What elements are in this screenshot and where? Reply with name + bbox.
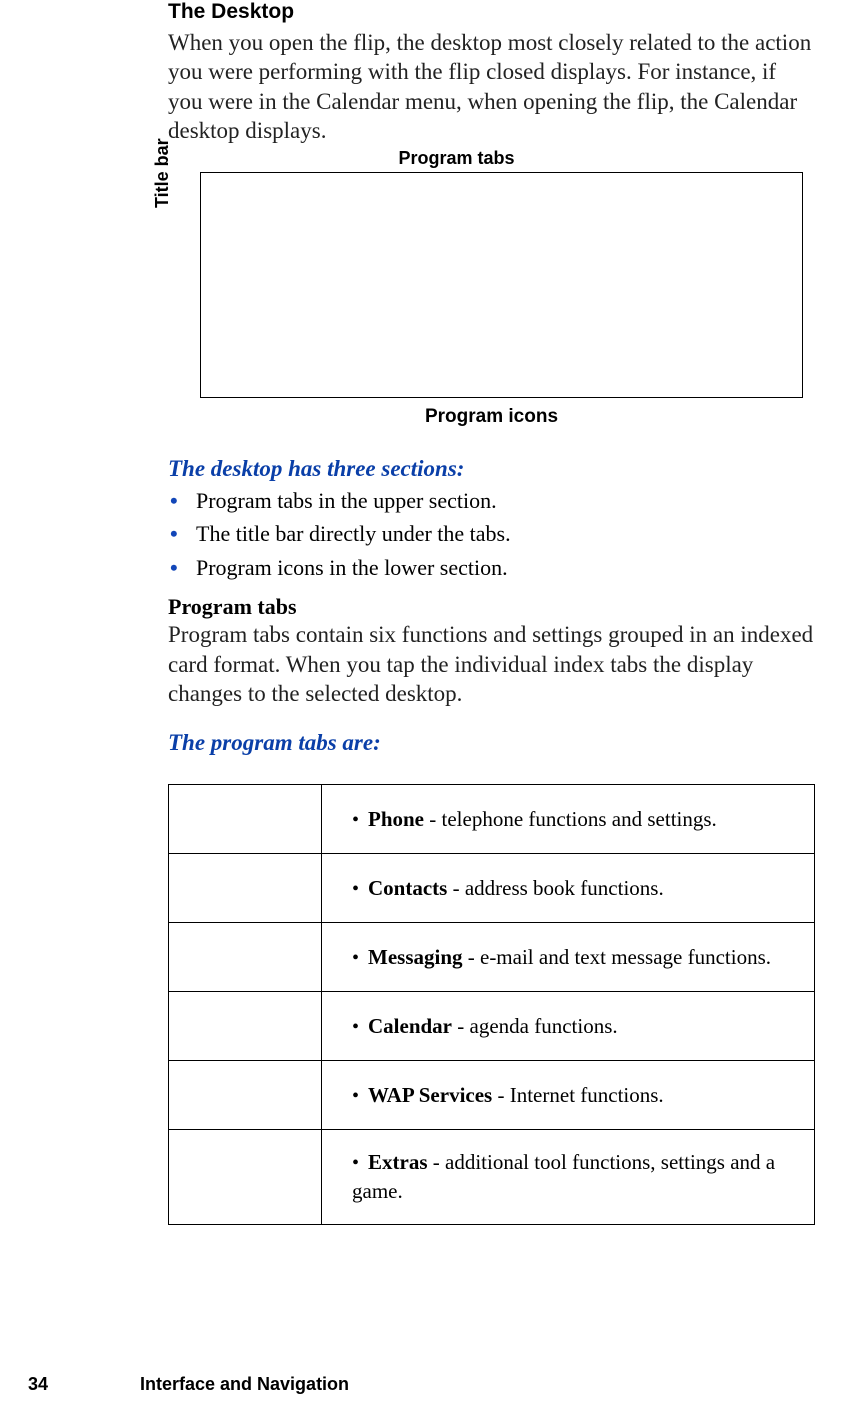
table-row: Calendar - agenda functions. [169, 992, 815, 1061]
tab-name: Calendar [368, 1014, 452, 1038]
diagram-label-program-tabs: Program tabs [168, 148, 745, 169]
tab-icon-cell [169, 785, 322, 854]
tab-name: Contacts [368, 876, 447, 900]
tab-icon-cell [169, 1061, 322, 1130]
list-item: Program tabs in the upper section. [168, 484, 815, 517]
tab-desc: - e-mail and text message functions. [463, 945, 772, 969]
page-footer: 34Interface and Navigation [28, 1374, 828, 1395]
tab-name: WAP Services [368, 1083, 492, 1107]
tab-text-cell: Messaging - e-mail and text message func… [322, 923, 815, 992]
chapter-title: Interface and Navigation [140, 1374, 349, 1394]
table-row: WAP Services - Internet functions. [169, 1061, 815, 1130]
tab-icon-cell [169, 1130, 322, 1224]
tab-desc: - telephone functions and settings. [424, 807, 717, 831]
diagram-box [200, 172, 803, 398]
tab-text-cell: WAP Services - Internet functions. [322, 1061, 815, 1130]
bullet-icon [352, 943, 368, 972]
tab-name: Phone [368, 807, 424, 831]
tab-name: Extras [368, 1150, 428, 1174]
tab-desc: - agenda functions. [452, 1014, 618, 1038]
tab-text-cell: Contacts - address book functions. [322, 854, 815, 923]
sections-bullet-list: Program tabs in the upper section. The t… [168, 484, 815, 584]
program-tabs-heading: Program tabs [168, 594, 815, 620]
table-row: Extras - additional tool functions, sett… [169, 1130, 815, 1224]
tab-text-cell: Calendar - agenda functions. [322, 992, 815, 1061]
tab-desc: - address book functions. [447, 876, 663, 900]
subheading-three-sections: The desktop has three sections: [168, 456, 815, 482]
main-text-column: The Desktop When you open the flip, the … [168, 0, 815, 1225]
bullet-icon [352, 1081, 368, 1110]
table-row: Phone - telephone functions and settings… [169, 785, 815, 854]
tab-name: Messaging [368, 945, 463, 969]
tab-text-cell: Extras - additional tool functions, sett… [322, 1130, 815, 1224]
bullet-icon [352, 874, 368, 903]
list-item: Program icons in the lower section. [168, 551, 815, 584]
program-tabs-body: Program tabs contain six functions and s… [168, 620, 815, 708]
tab-icon-cell [169, 854, 322, 923]
diagram-label-program-icons: Program icons [168, 406, 815, 428]
tab-desc: - Internet functions. [492, 1083, 663, 1107]
subheading-program-tabs-are: The program tabs are: [168, 730, 815, 756]
tab-icon-cell [169, 923, 322, 992]
page-number: 34 [28, 1374, 140, 1395]
diagram-label-title-bar: Title bar [152, 138, 173, 208]
table-row: Messaging - e-mail and text message func… [169, 923, 815, 992]
tab-icon-cell [169, 992, 322, 1061]
table-row: Contacts - address book functions. [169, 854, 815, 923]
list-item: The title bar directly under the tabs. [168, 517, 815, 550]
bullet-icon [352, 1012, 368, 1041]
bullet-icon [352, 805, 368, 834]
tab-text-cell: Phone - telephone functions and settings… [322, 785, 815, 854]
intro-paragraph: When you open the flip, the desktop most… [168, 28, 815, 146]
section-title: The Desktop [168, 0, 815, 24]
desktop-diagram: Program tabs Title bar Program icons [168, 148, 815, 438]
page: The Desktop When you open the flip, the … [0, 0, 865, 1425]
program-tabs-table: Phone - telephone functions and settings… [168, 784, 815, 1224]
bullet-icon [352, 1148, 368, 1177]
